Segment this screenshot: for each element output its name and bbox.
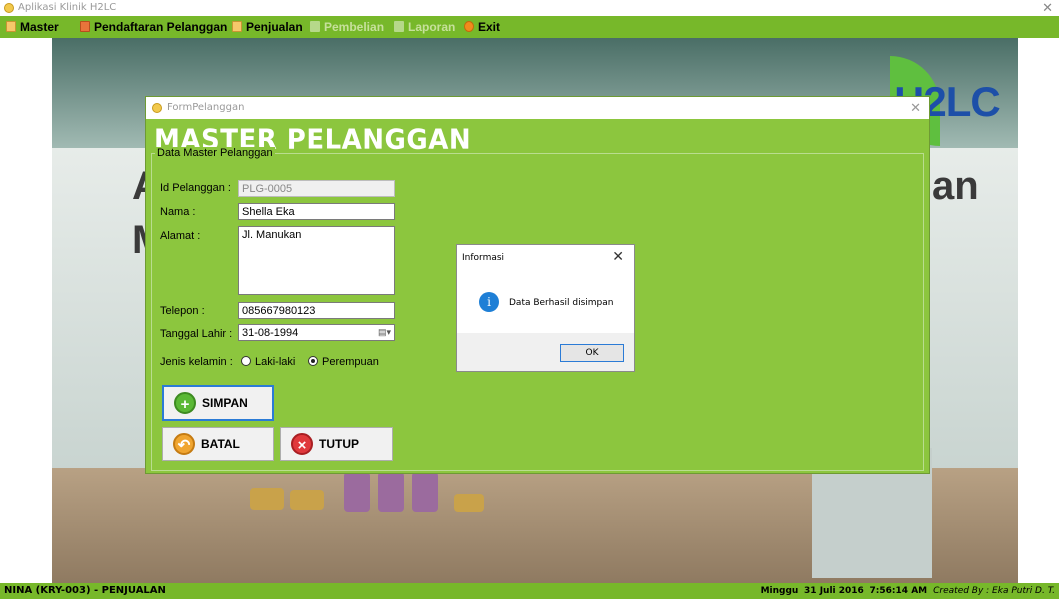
- jenis-kelamin-label: Jenis kelamin :: [160, 356, 233, 368]
- batal-label: BATAL: [201, 437, 240, 451]
- status-time: 7:56:14 AM: [869, 586, 928, 596]
- menu-pembelian-label: Pembelian: [324, 20, 385, 34]
- dialog-message: Data Berhasil disimpan: [509, 298, 614, 308]
- menu-penjualan-label: Penjualan: [246, 20, 303, 34]
- bg-text-an: an: [932, 164, 979, 208]
- plus-icon: +: [174, 392, 196, 414]
- menu-penjualan[interactable]: Penjualan: [232, 19, 303, 35]
- undo-icon: ↶: [173, 433, 195, 455]
- menu-exit-label: Exit: [478, 20, 501, 34]
- simpan-button[interactable]: + SIMPAN: [162, 385, 274, 421]
- x-circle-icon: ×: [291, 433, 313, 455]
- nama-label: Nama :: [160, 206, 196, 218]
- tanggal-lahir-picker[interactable]: 31-08-1994 ▤▾: [238, 324, 395, 341]
- batal-button[interactable]: ↶ BATAL: [162, 427, 274, 461]
- form-icon: [152, 103, 162, 113]
- menu-laporan: Laporan: [394, 19, 455, 35]
- radio-circle-icon: [241, 356, 251, 366]
- form-title-bar: FormPelanggan ✕: [146, 97, 929, 119]
- ok-button[interactable]: OK: [560, 344, 624, 362]
- status-datetime: Minggu 31 Juli 2016 7:56:14 AM Created By…: [761, 586, 1055, 596]
- printer-icon: [394, 21, 404, 32]
- radio-selected-icon: [308, 356, 318, 366]
- status-credit: Created By : Eka Putri D. T.: [933, 586, 1055, 596]
- product-bottle: [412, 472, 438, 512]
- menu-pendaftaran-pelanggan[interactable]: Pendaftaran Pelanggan: [80, 19, 227, 35]
- app-title-bar: Aplikasi Klinik H2LC ✕: [0, 0, 1059, 16]
- dialog-title: Informasi: [462, 253, 505, 263]
- radio-perempuan-label: Perempuan: [322, 356, 379, 368]
- alamat-field[interactable]: Jl. Manukan: [238, 226, 395, 295]
- product-jar: [290, 490, 324, 510]
- power-icon: [464, 21, 474, 32]
- product-jar: [250, 488, 284, 510]
- telepon-field[interactable]: 085667980123: [238, 302, 395, 319]
- tutup-button[interactable]: × TUTUP: [280, 427, 393, 461]
- calendar-dropdown-icon[interactable]: ▤▾: [378, 327, 391, 338]
- menu-pendaftaran-label: Pendaftaran Pelanggan: [94, 20, 228, 34]
- form-title: FormPelanggan: [167, 102, 245, 113]
- id-pelanggan-label: Id Pelanggan :: [160, 182, 231, 194]
- document-icon: [310, 21, 320, 32]
- radio-perempuan[interactable]: Perempuan: [308, 356, 379, 368]
- radio-laki-laki[interactable]: Laki-laki: [241, 356, 295, 368]
- app-title: Aplikasi Klinik H2LC: [18, 2, 117, 13]
- id-pelanggan-field[interactable]: PLG-0005: [238, 180, 395, 197]
- informasi-dialog: Informasi ✕ i Data Berhasil disimpan OK: [456, 244, 635, 372]
- close-icon[interactable]: ✕: [910, 100, 921, 116]
- menu-master[interactable]: Master: [6, 19, 59, 35]
- alamat-label: Alamat :: [160, 230, 201, 242]
- menu-bar: Master Pendaftaran Pelanggan Penjualan P…: [0, 16, 1059, 38]
- menu-laporan-label: Laporan: [408, 20, 456, 34]
- status-user: NINA (KRY-003) - PENJUALAN: [4, 585, 166, 596]
- simpan-label: SIMPAN: [202, 396, 248, 410]
- close-icon[interactable]: ✕: [612, 248, 624, 265]
- document-icon: [232, 21, 242, 32]
- menu-exit[interactable]: Exit: [464, 19, 500, 35]
- menu-master-label: Master: [20, 20, 59, 34]
- radio-laki-laki-label: Laki-laki: [255, 356, 296, 368]
- nama-field[interactable]: Shella Eka: [238, 203, 395, 220]
- app-icon: [4, 3, 14, 13]
- product-bottle: [378, 472, 404, 512]
- tanggal-lahir-label: Tanggal Lahir :: [160, 328, 233, 340]
- product-bottle: [344, 472, 370, 512]
- product-jar: [454, 494, 484, 512]
- tutup-label: TUTUP: [319, 437, 359, 451]
- status-bar: NINA (KRY-003) - PENJUALAN Minggu 31 Jul…: [0, 583, 1059, 599]
- telepon-label: Telepon :: [160, 305, 205, 317]
- menu-pembelian: Pembelian: [310, 19, 384, 35]
- status-day: Minggu: [760, 586, 799, 596]
- group-label: Data Master Pelanggan: [155, 147, 275, 159]
- tanggal-lahir-value: 31-08-1994: [242, 327, 299, 339]
- close-icon[interactable]: ✕: [1042, 0, 1053, 16]
- left-margin: [0, 38, 52, 583]
- dialog-footer: OK: [457, 333, 634, 371]
- document-icon: [6, 21, 16, 32]
- status-date: 31 Juli 2016: [804, 586, 864, 596]
- right-margin: [1018, 38, 1059, 583]
- info-icon: i: [479, 292, 499, 312]
- user-card-icon: [80, 21, 90, 32]
